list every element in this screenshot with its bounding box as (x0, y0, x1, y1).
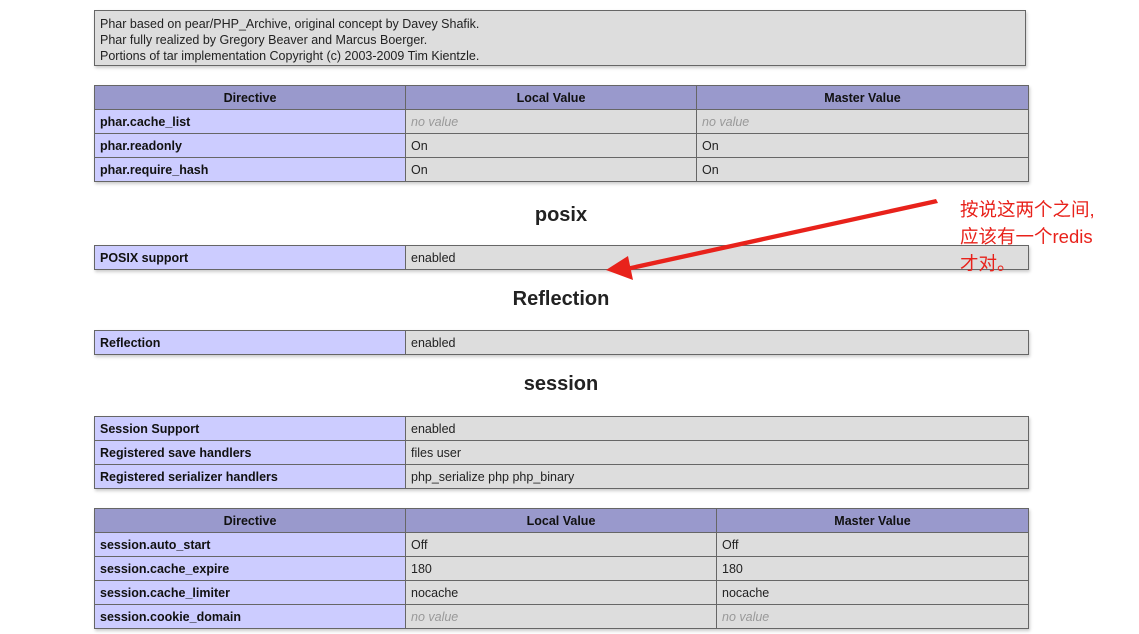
info-value: enabled (405, 245, 1029, 270)
table-row: Session Support enabled (94, 416, 1029, 441)
table-header-row: Directive Local Value Master Value (94, 508, 1029, 533)
directive-name: phar.readonly (94, 133, 406, 158)
master-value: On (696, 133, 1029, 158)
master-value: nocache (716, 580, 1029, 605)
directive-name: session.auto_start (94, 532, 406, 557)
session-directives-table: Directive Local Value Master Value sessi… (94, 508, 1029, 629)
info-label: Registered save handlers (94, 440, 406, 465)
credits-line: Phar based on pear/PHP_Archive, original… (100, 17, 480, 31)
session-info-table: Session Support enabled Registered save … (94, 416, 1029, 489)
directive-name: session.cache_limiter (94, 580, 406, 605)
column-header-local-value: Local Value (405, 508, 717, 533)
directive-name: session.cookie_domain (94, 604, 406, 629)
directive-name: session.cache_expire (94, 556, 406, 581)
table-row: Registered serializer handlers php_seria… (94, 464, 1029, 489)
annotation-line: 应该有一个redis (960, 226, 1093, 247)
section-title-session: session (523, 373, 599, 395)
directive-name: phar.cache_list (94, 109, 406, 134)
local-value: no value (405, 109, 697, 134)
table-row: Registered save handlers files user (94, 440, 1029, 465)
table-row: session.cookie_domain no value no value (94, 604, 1029, 629)
info-label: POSIX support (94, 245, 406, 270)
master-value: no value (696, 109, 1029, 134)
table-row: POSIX support enabled (94, 245, 1029, 270)
table-row: phar.cache_list no value no value (94, 109, 1029, 134)
local-value: 180 (405, 556, 717, 581)
table-header-row: Directive Local Value Master Value (94, 85, 1029, 110)
table-row: phar.readonly On On (94, 133, 1029, 158)
info-value: enabled (405, 416, 1029, 441)
info-value: files user (405, 440, 1029, 465)
credits-box: Phar based on pear/PHP_Archive, original… (94, 10, 1026, 66)
column-header-master-value: Master Value (716, 508, 1029, 533)
master-value: On (696, 157, 1029, 182)
directive-name: phar.require_hash (94, 157, 406, 182)
column-header-master-value: Master Value (696, 85, 1029, 110)
table-row: session.cache_expire 180 180 (94, 556, 1029, 581)
info-value: enabled (405, 330, 1029, 355)
reflection-table: Reflection enabled (94, 330, 1029, 355)
info-label: Reflection (94, 330, 406, 355)
table-row: phar.require_hash On On (94, 157, 1029, 182)
info-label: Session Support (94, 416, 406, 441)
local-value: Off (405, 532, 717, 557)
posix-table: POSIX support enabled (94, 245, 1029, 270)
master-value: 180 (716, 556, 1029, 581)
column-header-local-value: Local Value (405, 85, 697, 110)
column-header-directive: Directive (94, 508, 406, 533)
master-value: Off (716, 532, 1029, 557)
phar-directives-table: Directive Local Value Master Value phar.… (94, 85, 1029, 182)
section-title-reflection: Reflection (512, 288, 610, 310)
local-value: no value (405, 604, 717, 629)
annotation-line: 才对。 (960, 253, 1016, 274)
table-row: session.cache_limiter nocache nocache (94, 580, 1029, 605)
local-value: On (405, 157, 697, 182)
section-title-posix: posix (534, 204, 588, 226)
master-value: no value (716, 604, 1029, 629)
annotation-note: 按说这两个之间, 应该有一个redis 才对。 (960, 196, 1130, 277)
column-header-directive: Directive (94, 85, 406, 110)
table-row: Reflection enabled (94, 330, 1029, 355)
info-label: Registered serializer handlers (94, 464, 406, 489)
local-value: On (405, 133, 697, 158)
annotation-line: 按说这两个之间, (960, 199, 1095, 220)
credits-line: Portions of tar implementation Copyright… (100, 49, 480, 63)
local-value: nocache (405, 580, 717, 605)
table-row: session.auto_start Off Off (94, 532, 1029, 557)
info-value: php_serialize php php_binary (405, 464, 1029, 489)
credits-line: Phar fully realized by Gregory Beaver an… (100, 33, 428, 47)
